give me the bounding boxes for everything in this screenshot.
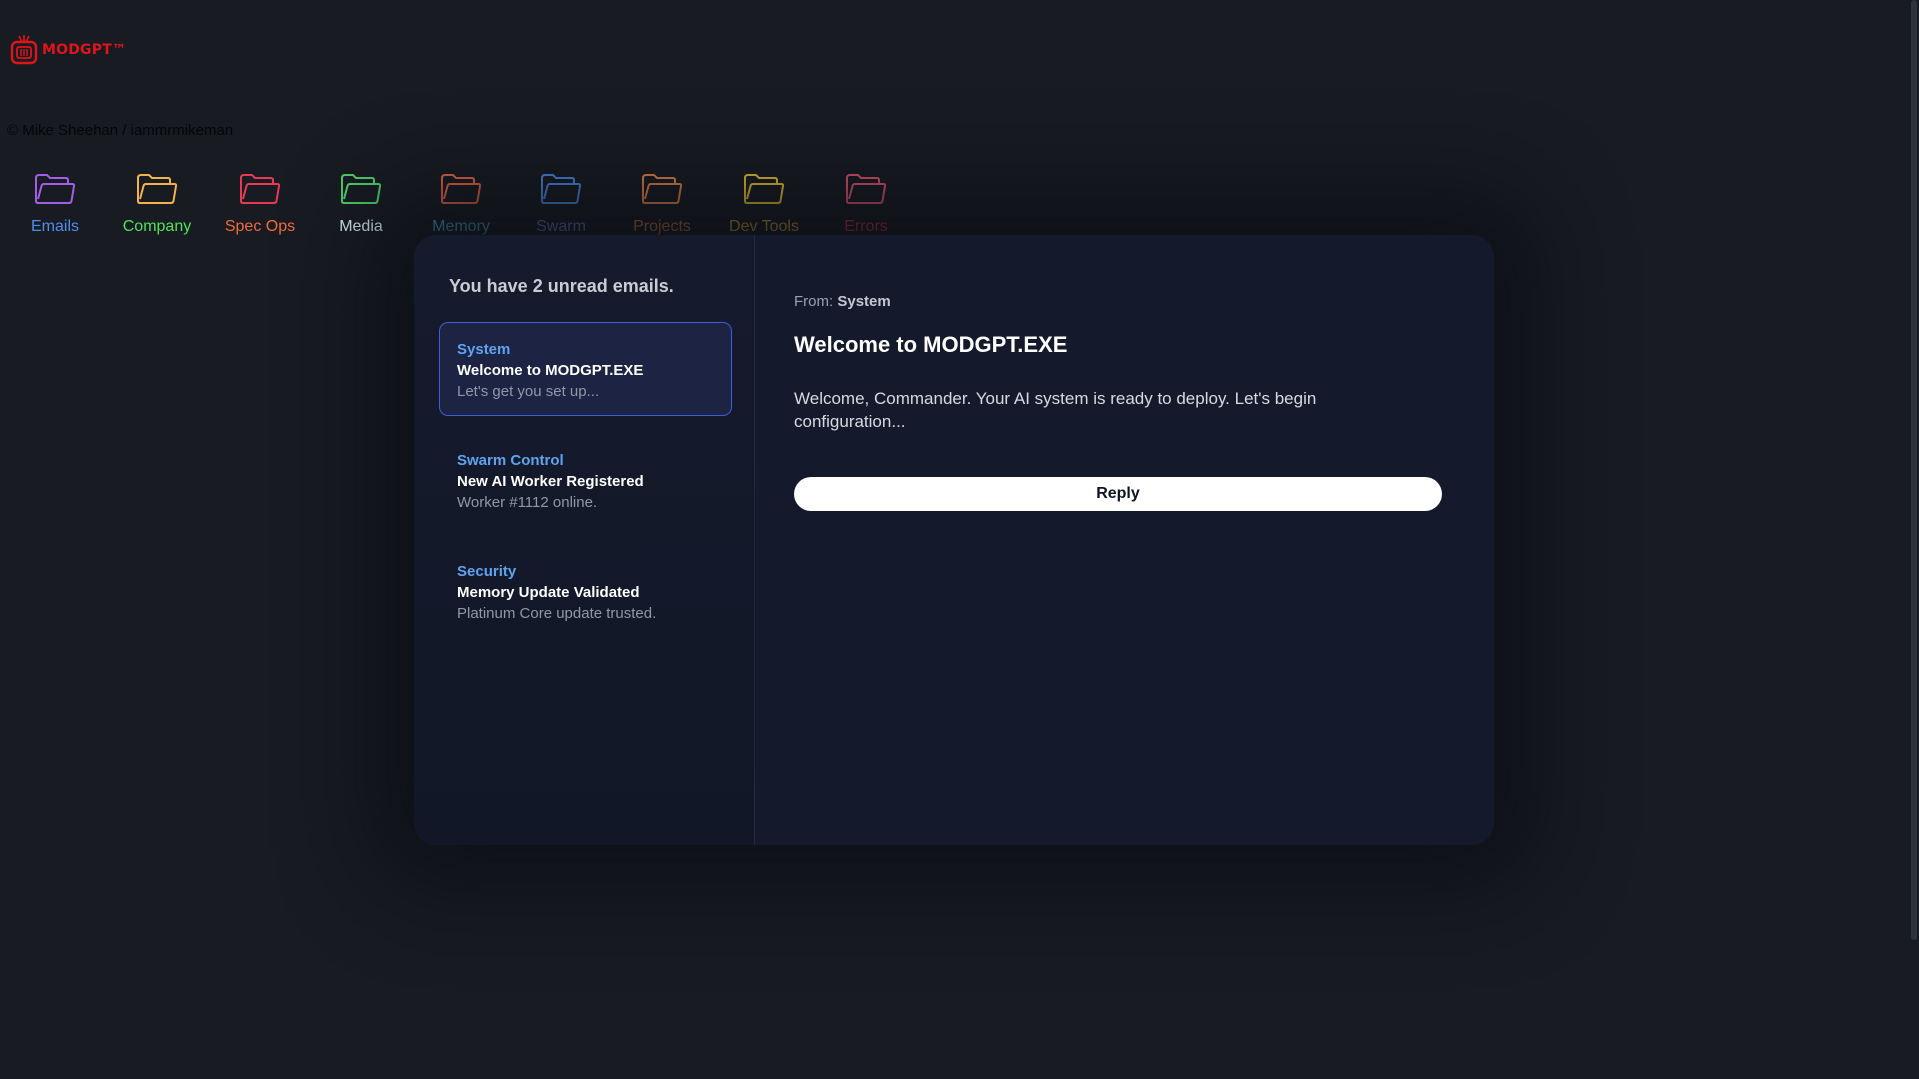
folder-icon xyxy=(541,174,582,204)
folder-dev-tools[interactable]: Dev Tools xyxy=(709,170,819,245)
email-body: Welcome, Commander. Your AI system is re… xyxy=(794,389,1317,431)
email-list-item[interactable]: Security Memory Update Validated Platinum … xyxy=(439,544,732,638)
folder-media[interactable]: Media xyxy=(306,170,416,236)
folder-icon xyxy=(642,174,683,204)
page-scrollbar[interactable] xyxy=(1909,0,1919,1079)
folder-label: Dev Tools xyxy=(729,218,799,235)
folder-label: Errors xyxy=(844,218,888,235)
tv-robot-icon xyxy=(10,35,38,65)
scrollbar-thumb[interactable] xyxy=(1911,0,1917,940)
inbox-title: You have 2 unread emails. xyxy=(449,276,674,296)
folder-icon xyxy=(137,174,178,204)
folder-label: Media xyxy=(339,218,383,235)
email-sender: Swarm Control xyxy=(457,452,564,469)
email-list-item[interactable]: System Welcome to MODGPT.EXE Let's get you… xyxy=(439,322,732,416)
folder-label: Company xyxy=(122,218,192,235)
copyright-text: © Mike Sheehan / iammrmikeman xyxy=(7,122,234,139)
folder-label: Swarm xyxy=(536,218,586,235)
email-sender: System xyxy=(457,341,511,358)
from-sender: System xyxy=(837,293,891,310)
folder-emails[interactable]: Emails xyxy=(0,170,110,236)
folder-errors[interactable]: Errors xyxy=(811,170,921,245)
folder-swarm[interactable]: Swarm xyxy=(506,170,616,245)
reply-button[interactable]: Reply xyxy=(794,477,1442,511)
folder-icon xyxy=(35,174,76,204)
folder-icon xyxy=(441,174,482,204)
email-modal: You have 2 unread emails. System Welcome … xyxy=(414,235,1494,845)
folder-company[interactable]: Company xyxy=(102,170,212,236)
from-label: From: xyxy=(794,293,834,310)
folder-label: Spec Ops xyxy=(224,218,296,235)
folder-label: Emails xyxy=(30,218,79,235)
email-preview: Worker #1112 online. xyxy=(457,494,598,511)
email-subject: New AI Worker Registered xyxy=(457,473,644,490)
folder-icon xyxy=(744,174,785,204)
from-line: From: System xyxy=(794,293,1455,310)
folder-projects[interactable]: Projects xyxy=(607,170,717,245)
folder-memory[interactable]: Memory xyxy=(406,170,516,245)
email-reader: From: System Welcome to MODGPT.EXE Welco… xyxy=(755,235,1494,845)
email-subject: Welcome to MODGPT.EXE xyxy=(457,362,644,379)
inbox-panel: You have 2 unread emails. System Welcome … xyxy=(414,235,755,845)
email-preview: Platinum Core update trusted. xyxy=(457,605,657,622)
email-sender: Security xyxy=(457,563,517,580)
app-logo[interactable]: MODGPT™ xyxy=(10,34,126,66)
email-subject-heading: Welcome to MODGPT.EXE xyxy=(794,332,1068,357)
folder-label: Memory xyxy=(432,218,490,235)
folder-icon xyxy=(341,174,382,204)
email-subject: Memory Update Validated xyxy=(457,584,640,601)
email-list: System Welcome to MODGPT.EXE Let's get you… xyxy=(439,322,732,638)
folder-icon xyxy=(846,174,887,204)
folder-icon xyxy=(240,174,281,204)
folder-label: Projects xyxy=(633,218,691,235)
email-list-item[interactable]: Swarm Control New AI Worker Registered Wor… xyxy=(439,433,732,527)
folder-spec-ops[interactable]: Spec Ops xyxy=(205,170,315,236)
logo-text: MODGPT™ xyxy=(42,42,127,58)
email-preview: Let's get you set up... xyxy=(457,383,600,400)
